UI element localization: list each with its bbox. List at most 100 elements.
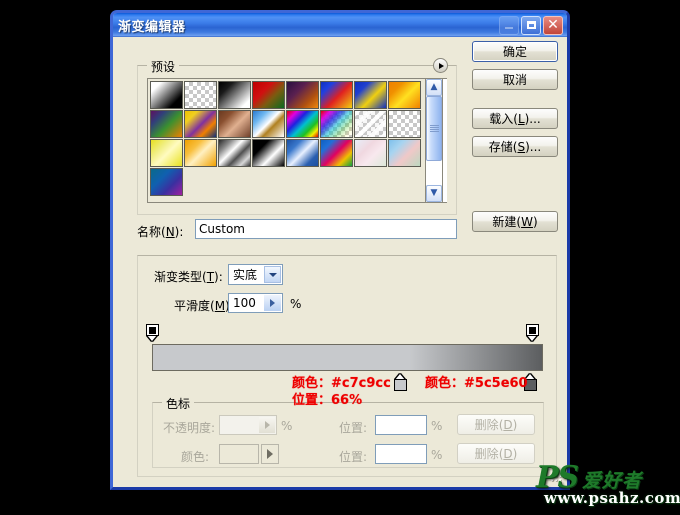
color-swatch-field[interactable]: [219, 444, 259, 464]
preset-swatch-foreground-to-transparent[interactable]: [184, 81, 217, 109]
opacity-stepper[interactable]: [259, 417, 275, 433]
preset-menu-arrow-icon[interactable]: [433, 58, 448, 73]
stop-color-chip: [394, 379, 407, 391]
delete1-label: 删除: [474, 418, 499, 432]
chevron-down-icon: [268, 272, 277, 277]
preset-swatch-foreground-to-background[interactable]: [150, 81, 183, 109]
preset-swatch-chrome[interactable]: [252, 110, 285, 138]
gradient-type-value: 实底: [233, 268, 258, 282]
smoothness-label: 平滑度(M):: [174, 297, 234, 314]
name-label-suffix: ):: [174, 225, 184, 239]
preset-swatch-grid[interactable]: [148, 79, 425, 202]
gtype-accesskey: T: [206, 270, 215, 284]
position2-input[interactable]: [375, 444, 427, 464]
preset-swatch-yellow-violet-orange-blue[interactable]: [184, 110, 217, 138]
preset-swatch-black-to-white[interactable]: [218, 81, 251, 109]
watermark: PS 爱好者 www.psahz.com: [536, 460, 680, 508]
scroll-down-button[interactable]: ▼: [426, 185, 442, 202]
position1-unit: %: [431, 419, 443, 433]
stop-color-chip: [149, 327, 156, 334]
preset-swatch-panel[interactable]: ▲ ▼: [147, 78, 447, 203]
position1-input[interactable]: [375, 415, 427, 435]
position1-label: 位置:: [339, 421, 368, 435]
ok-button[interactable]: 确定: [472, 41, 558, 62]
load-button[interactable]: 载入(L)...: [472, 108, 558, 129]
preset-swatch-orange-yellow-orange[interactable]: [388, 81, 421, 109]
annotation-position-mid: 位置：66%: [292, 393, 363, 408]
scrollbar-track[interactable]: [426, 96, 442, 185]
gradient-preview-bar[interactable]: [152, 344, 543, 371]
maximize-button[interactable]: [521, 15, 541, 35]
preset-swatch-violet-orange[interactable]: [286, 81, 319, 109]
smoothness-stepper[interactable]: [264, 295, 281, 311]
opacity-label: 不透明度:: [163, 421, 216, 435]
triangle-right-icon: [264, 421, 270, 429]
gradient-type-select[interactable]: 实底: [228, 264, 283, 285]
preset-swatch-red-green[interactable]: [252, 81, 285, 109]
preset-swatch-transparent-to-gray[interactable]: [388, 110, 421, 138]
chevron-down-icon: ▼: [430, 188, 438, 198]
delete1-accesskey: D: [503, 417, 513, 432]
new-label: 新建: [492, 215, 517, 229]
smooth-accesskey: M: [214, 299, 226, 313]
color-picker-button[interactable]: [261, 444, 279, 464]
minimize-button[interactable]: [499, 15, 519, 35]
window-title: 渐变编辑器: [118, 19, 186, 35]
name-label: 名称(N):: [137, 223, 183, 240]
smoothness-input[interactable]: 100: [228, 293, 283, 313]
dropdown-button[interactable]: [264, 266, 281, 283]
preset-scrollbar[interactable]: ▲ ▼: [425, 79, 443, 202]
preset-swatch-yellow-pale[interactable]: [150, 139, 183, 167]
smooth-prefix: 平滑度(: [174, 299, 215, 313]
stop-color-chip: [529, 327, 536, 334]
color-stop-mid[interactable]: [394, 374, 407, 391]
new-button[interactable]: 新建(W): [472, 211, 558, 232]
scrollbar-thumb[interactable]: [426, 96, 442, 161]
preset-swatch-silver[interactable]: [218, 139, 251, 167]
scroll-up-button[interactable]: ▲: [426, 79, 442, 96]
smoothness-unit: %: [290, 297, 302, 311]
preset-swatch-spectrum[interactable]: [286, 110, 319, 138]
presets-group: 预设 ▲ ▼: [137, 58, 457, 215]
close-icon: ✕: [547, 17, 559, 33]
preset-swatch-blue-yellow-blue[interactable]: [354, 81, 387, 109]
preset-swatch-steel-blue[interactable]: [286, 139, 319, 167]
preset-swatch-pastel-pink[interactable]: [354, 139, 387, 167]
color-stops-group: 色标 不透明度: % 位置: % 删除(D) 颜色: 位置: % 删除(D): [152, 395, 544, 468]
preset-swatch-teal-blue-violet[interactable]: [150, 168, 183, 196]
save-label: 存储: [488, 140, 513, 154]
delete-opacity-stop-button[interactable]: 删除(D): [457, 414, 535, 435]
gtype-suffix: ):: [214, 270, 223, 284]
preset-swatch-blue-magenta-yellow[interactable]: [320, 139, 353, 167]
opacity-stop-left[interactable]: [146, 324, 159, 341]
preset-swatch-transparent-rainbow[interactable]: [320, 110, 353, 138]
save-button[interactable]: 存储(S)...: [472, 136, 558, 157]
name-input[interactable]: [195, 219, 457, 239]
preset-swatch-copper[interactable]: [218, 110, 251, 138]
preset-swatch-violet-green-orange[interactable]: [150, 110, 183, 138]
delete2-accesskey: D: [503, 446, 513, 461]
preset-swatch-black-white-diagonal[interactable]: [252, 139, 285, 167]
preset-swatch-blue-red-yellow[interactable]: [320, 81, 353, 109]
gradient-settings-group: 渐变类型(T): 实底 平滑度(M): 100 %: [137, 255, 557, 477]
opacity-stop-right[interactable]: [526, 324, 539, 341]
cancel-button[interactable]: 取消: [472, 69, 558, 90]
preset-swatch-orange-pale[interactable]: [184, 139, 217, 167]
title-bar[interactable]: 渐变编辑器 ✕: [113, 13, 567, 37]
chevron-up-icon: ▲: [430, 82, 438, 92]
preset-swatch-pastel-blue[interactable]: [388, 139, 421, 167]
save-accesskey: S: [517, 139, 526, 154]
name-accesskey: N: [165, 225, 175, 239]
close-button[interactable]: ✕: [543, 15, 563, 35]
delete2-label: 删除: [474, 447, 499, 461]
smoothness-value: 100: [233, 296, 256, 310]
load-accesskey: L: [517, 111, 525, 126]
new-accesskey: W: [521, 214, 533, 229]
opacity-input[interactable]: [219, 415, 277, 435]
triangle-right-icon: [270, 299, 275, 307]
gradient-type-label: 渐变类型(T):: [154, 268, 223, 285]
color-stops-legend: 色标: [162, 395, 195, 412]
preset-swatch-transparent-stripes[interactable]: [354, 110, 387, 138]
scrollbar-grip-icon: [429, 124, 439, 133]
delete-color-stop-button[interactable]: 删除(D): [457, 443, 535, 464]
